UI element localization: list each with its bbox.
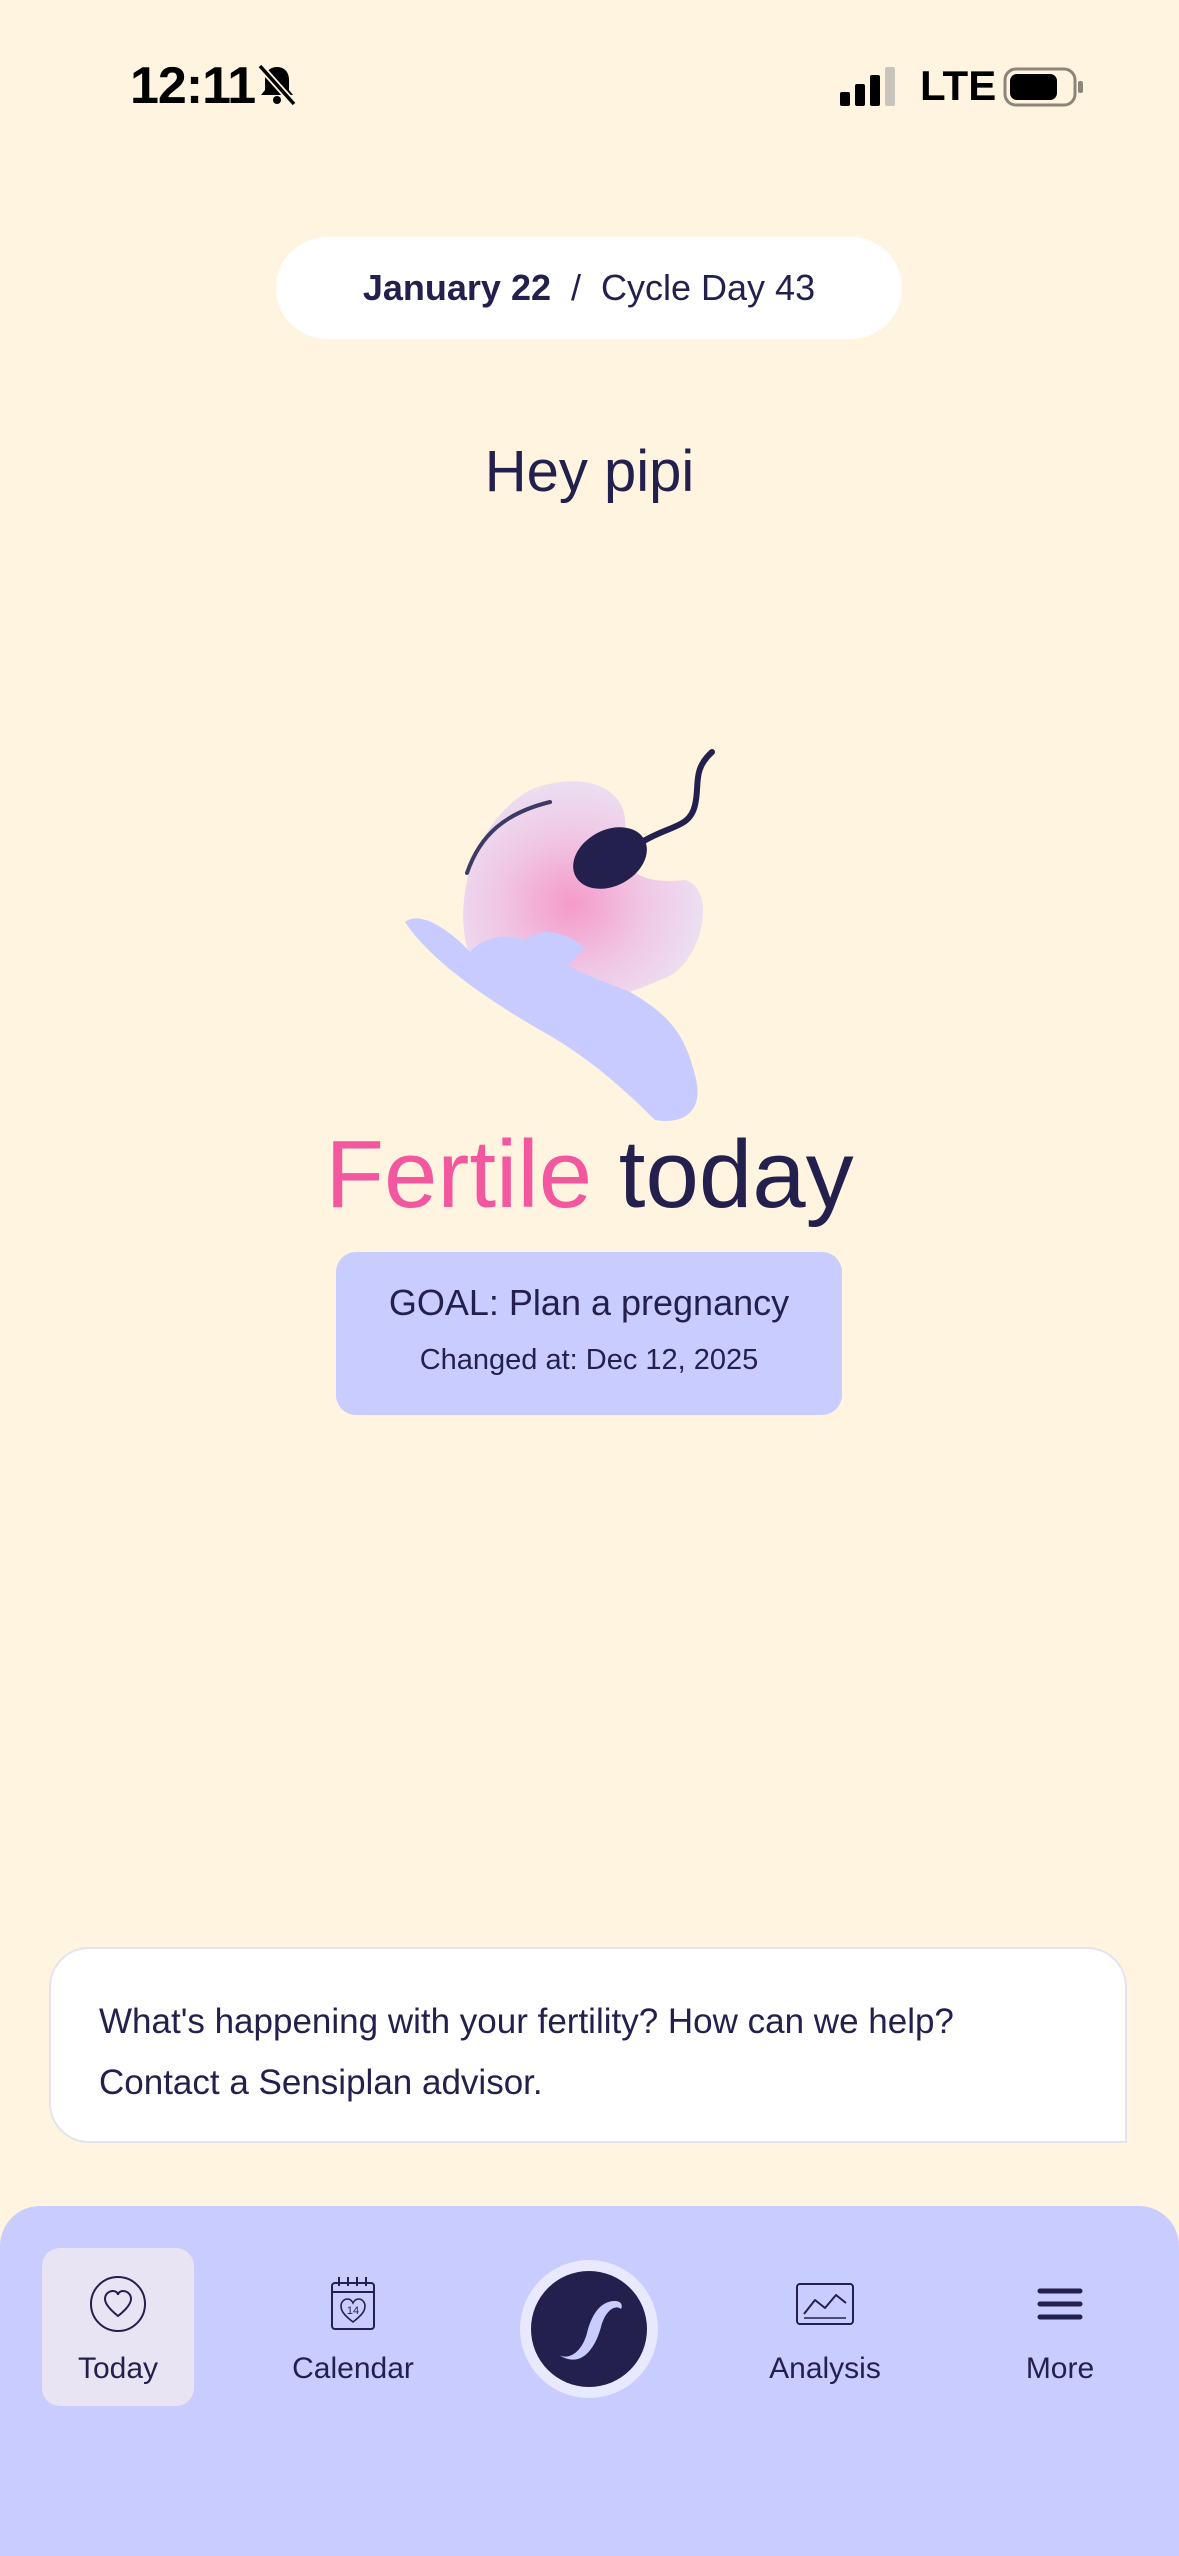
signal-icon [840,67,895,106]
tab-analysis-label: Analysis [769,2352,881,2385]
tab-analysis[interactable]: Analysis [749,2248,901,2406]
chart-icon [796,2283,854,2325]
date-separator: / [571,267,582,308]
tab-more[interactable]: More [984,2248,1136,2406]
goal-title: GOAL: Plan a pregnancy [388,1282,790,1323]
battery-icon [1003,67,1083,107]
greeting: Hey pipi [484,439,695,504]
sensiplan-center-button[interactable] [520,2260,658,2398]
help-text-line2: Contact a Sensiplan advisor. [99,2063,543,2102]
date-cycle-pill[interactable]: January 22 / Cycle Day 43 [276,237,902,339]
fertile-word: Fertile [325,1121,593,1228]
bell-muted-icon [257,63,297,107]
today-word: today [618,1121,854,1228]
bottom-tab-bar: Today 14 Calendar Analysis More [0,2206,1179,2556]
tab-calendar[interactable]: 14 Calendar [277,2248,429,2406]
cycle-day: Cycle Day 43 [601,267,816,308]
goal-changed-date: Changed at: Dec 12, 2025 [419,1344,759,1376]
current-date: January 22 [362,267,551,308]
advisor-help-card[interactable]: What's happening with your fertility? Ho… [49,1947,1127,2143]
sensiplan-logo-icon [559,2301,622,2360]
tab-calendar-label: Calendar [292,2352,414,2385]
network-label: LTE [920,62,997,109]
calendar-icon: 14 [331,2277,375,2330]
status-time: 12:11 [130,57,256,115]
calendar-icon-day: 14 [347,2305,359,2317]
menu-icon [1037,2288,1083,2320]
tab-today[interactable]: Today [42,2248,194,2406]
heart-circle-icon [90,2276,146,2332]
fertility-illustration [405,749,715,1121]
fertility-status: Fertile today [0,1115,1179,1235]
tab-more-label: More [1025,2352,1095,2385]
goal-card[interactable]: GOAL: Plan a pregnancy Changed at: Dec 1… [336,1252,842,1415]
tab-today-label: Today [77,2352,159,2385]
status-bar: 12:11 LTE [0,0,1179,175]
help-text-line1: What's happening with your fertility? Ho… [99,2002,954,2041]
